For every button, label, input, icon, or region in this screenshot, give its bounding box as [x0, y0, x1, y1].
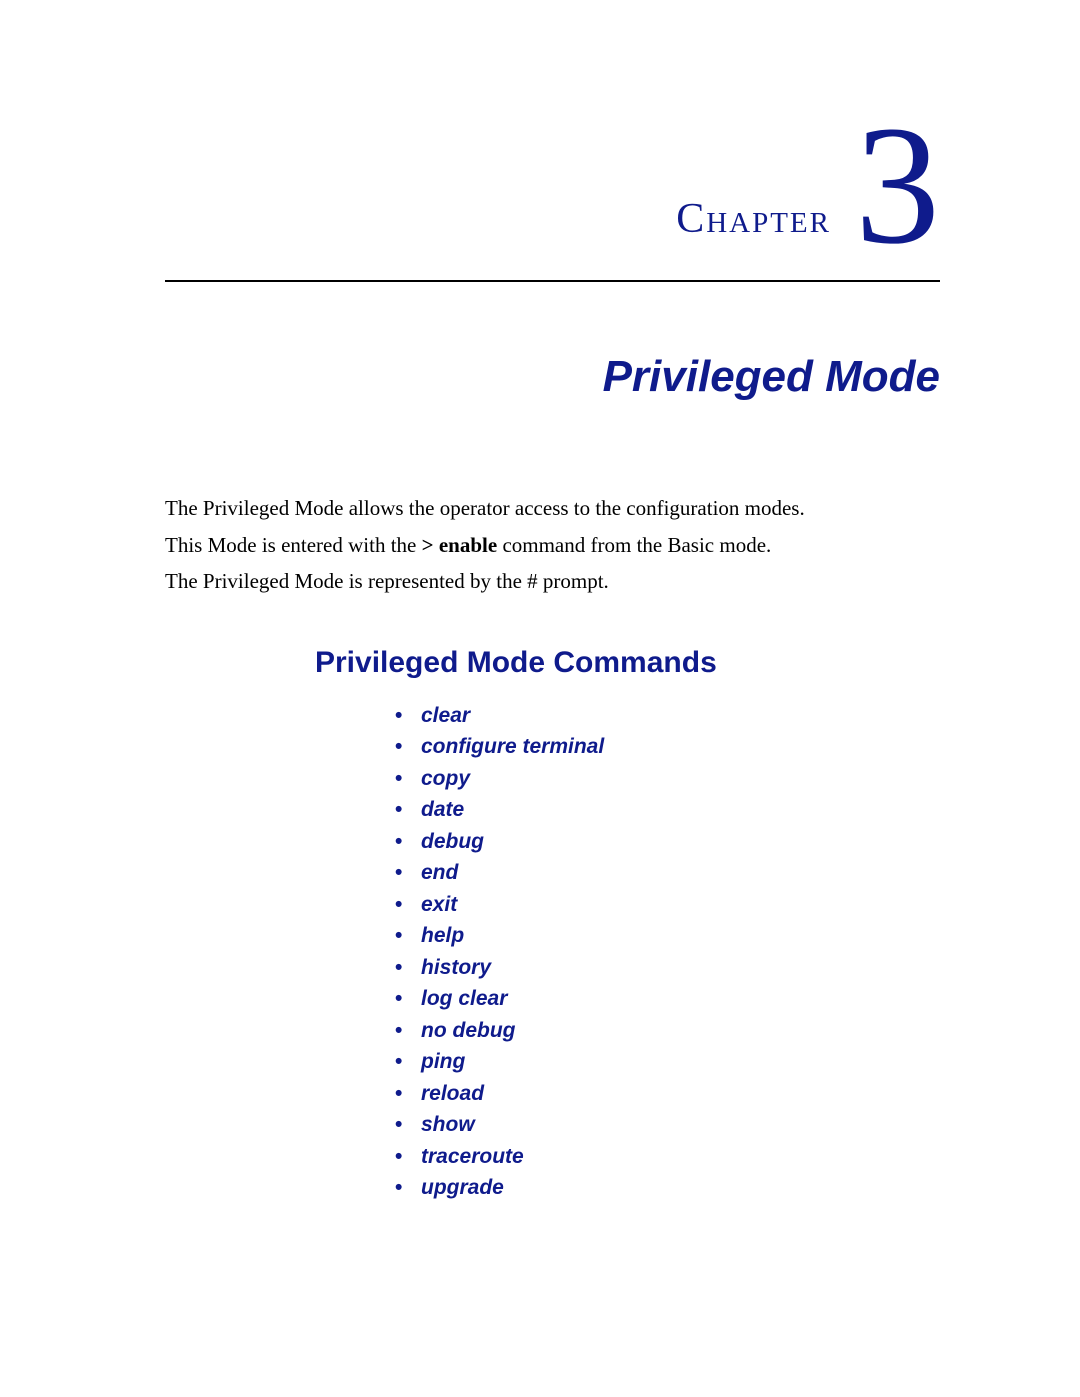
command-item: log clear [395, 983, 940, 1015]
command-item: reload [395, 1078, 940, 1110]
intro-paragraph-1: The Privileged Mode allows the operator … [165, 492, 940, 525]
command-item: history [395, 952, 940, 984]
command-item: no debug [395, 1015, 940, 1047]
chapter-number: 3 [855, 100, 940, 270]
command-item: date [395, 794, 940, 826]
intro-p2-pre: This Mode is entered with the [165, 533, 422, 557]
command-item: traceroute [395, 1141, 940, 1173]
command-item: ping [395, 1046, 940, 1078]
divider [165, 280, 940, 282]
command-item: debug [395, 826, 940, 858]
chapter-title: Privileged Mode [165, 352, 940, 402]
command-item: configure terminal [395, 731, 940, 763]
command-item: copy [395, 763, 940, 795]
section-heading: Privileged Mode Commands [315, 646, 940, 680]
command-item: end [395, 857, 940, 889]
intro-paragraph-2: This Mode is entered with the > enable c… [165, 529, 940, 562]
chapter-header: Chapter 3 [165, 90, 940, 260]
command-item: help [395, 920, 940, 952]
command-item: upgrade [395, 1172, 940, 1204]
command-item: exit [395, 889, 940, 921]
intro-p2-post: command from the Basic mode. [497, 533, 771, 557]
intro-paragraph-3: The Privileged Mode is represented by th… [165, 565, 940, 598]
chapter-label: Chapter [676, 195, 831, 243]
page: Chapter 3 Privileged Mode The Privileged… [0, 0, 1080, 1397]
command-item: show [395, 1109, 940, 1141]
command-item: clear [395, 700, 940, 732]
command-list: clear configure terminal copy date debug… [395, 700, 940, 1204]
enable-command-text: > enable [422, 533, 498, 557]
